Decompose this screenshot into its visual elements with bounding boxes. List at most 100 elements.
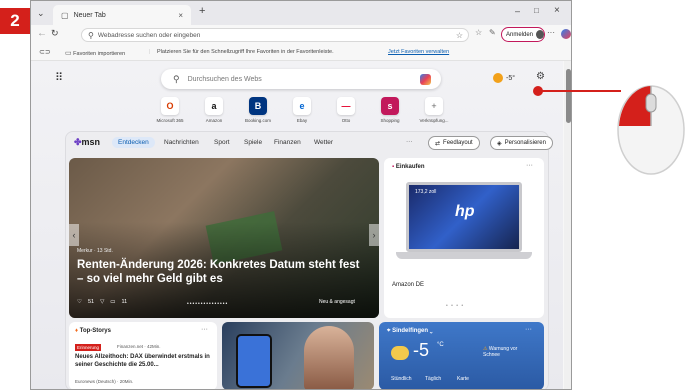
personalize-icon: ◈: [497, 140, 502, 147]
quicklink-booking[interactable]: B Booking.com: [238, 97, 278, 123]
quicklink-microsoft365[interactable]: O Microsoft 365: [150, 97, 190, 123]
feed-tab-finance[interactable]: Finanzen: [274, 139, 301, 146]
msn-logo[interactable]: ✤msn: [74, 137, 100, 148]
shopping-carousel-dots[interactable]: • • • •: [446, 303, 464, 309]
comment-icon[interactable]: ▭: [110, 299, 115, 305]
close-window-icon[interactable]: ×: [554, 5, 560, 16]
more-menu-icon[interactable]: ···: [547, 28, 555, 37]
new-tab-page: ⠿ ⚲ Durchsuchen des Webs -5° ⚙ O Microso…: [31, 61, 563, 389]
weather-tab-daily[interactable]: Täglich: [425, 376, 441, 382]
tab-actions-icon[interactable]: ⌄: [37, 8, 45, 19]
weather-location-label: Sindelfingen: [392, 328, 429, 334]
hero-prev-arrow[interactable]: ‹: [69, 224, 79, 246]
weather-tab-hourly[interactable]: Stündlich: [391, 376, 412, 382]
quicklink-add-shortcut[interactable]: + Verknüpfung...: [414, 97, 454, 123]
otto-icon: —: [337, 97, 355, 115]
feed-header: ✤msn Entdecken Nachrichten Sport Spiele …: [66, 132, 553, 156]
ebay-icon: e: [293, 97, 311, 115]
scrollbar-thumb[interactable]: [566, 69, 571, 123]
msn-butterfly-icon: ✤: [74, 137, 82, 147]
weather-card[interactable]: ⌖ Sindelfingen ⌄ ··· -5 °C ⚠ Warnung vor…: [379, 322, 544, 389]
favorites-hint: Platzieren Sie für den Schnellzugriff Ih…: [157, 49, 334, 55]
shopping-title-label: Einkaufen: [395, 164, 425, 170]
card-more-icon[interactable]: ···: [525, 326, 532, 333]
favorite-star-icon[interactable]: ☆: [456, 31, 463, 40]
tab-close-icon[interactable]: ×: [178, 11, 183, 20]
hp-logo: hp: [455, 203, 475, 220]
avatar: [536, 30, 544, 39]
weather-warning[interactable]: ⚠ Warnung vor Schnee: [483, 346, 533, 358]
hero-overlay: [69, 158, 379, 318]
quicklink-label: Amazon: [205, 118, 223, 123]
like-icon[interactable]: ♡: [77, 299, 82, 305]
quicklink-shopping[interactable]: s Shopping: [370, 97, 410, 123]
personalize-button[interactable]: ◈ Personalisieren: [490, 136, 553, 150]
shopping-card[interactable]: ▪ Einkaufen ··· 173,2 zoll hp Amazon DE …: [384, 158, 544, 318]
smartphone-image: [236, 334, 272, 388]
dislike-icon[interactable]: ▽: [100, 299, 104, 305]
hero-next-arrow[interactable]: ›: [369, 224, 379, 246]
weather-mini-widget[interactable]: -5°: [493, 73, 515, 83]
weather-location[interactable]: ⌖ Sindelfingen ⌄: [387, 328, 433, 335]
quicklink-amazon[interactable]: a Amazon: [194, 97, 234, 123]
search-input[interactable]: Durchsuchen des Webs: [188, 76, 262, 83]
import-favorites-link[interactable]: ▭ Favoriten importieren: [65, 49, 125, 57]
top-stories-card: ♦ Top-Storys ··· Erinnerung Finanzen.net…: [69, 322, 217, 389]
tab-bar: ⌄ ▢ Neuer Tab × + – □ ×: [31, 1, 571, 25]
hero-title[interactable]: Renten-Änderung 2026: Konkretes Datum st…: [77, 258, 367, 286]
feed-tab-games[interactable]: Spiele: [244, 139, 262, 146]
collections-icon[interactable]: ⊂⊃: [39, 48, 51, 56]
feed-tab-weather[interactable]: Wetter: [314, 139, 333, 146]
quicklink-label: Shopping: [380, 118, 400, 123]
divider: |: [149, 49, 151, 55]
story-headline[interactable]: Neues Allzeithoch: DAX überwindet erstma…: [75, 353, 213, 369]
booking-icon: B: [249, 97, 267, 115]
web-search-box[interactable]: ⚲ Durchsuchen des Webs: [161, 69, 441, 89]
story-footer: Euronews (Deutsch) · 20Min.: [75, 379, 134, 384]
quicklink-otto[interactable]: — Otto: [326, 97, 366, 123]
weather-tab-map[interactable]: Karte: [457, 376, 469, 382]
person-image: [304, 326, 354, 389]
location-pin-icon: ⌖: [387, 328, 391, 334]
maximize-icon[interactable]: □: [534, 6, 539, 15]
signin-button[interactable]: Anmelden: [501, 27, 545, 42]
feed-tab-news[interactable]: Nachrichten: [164, 139, 199, 146]
quicklink-label: Microsoft 365: [156, 118, 184, 123]
address-bar[interactable]: ⚲ Webadresse suchen oder eingeben ☆: [81, 28, 469, 42]
extensions-icon[interactable]: ✎: [489, 28, 496, 37]
minimize-icon[interactable]: –: [515, 6, 520, 16]
feed-more-icon[interactable]: ···: [406, 138, 413, 145]
copilot-icon[interactable]: [561, 29, 571, 39]
hero-carousel-dots[interactable]: •••••••••••••••: [187, 301, 228, 307]
back-icon[interactable]: ←: [37, 28, 47, 39]
copilot-search-icon[interactable]: [420, 73, 431, 85]
plus-icon: +: [425, 97, 443, 115]
story-source: Finanzen.net · 42Min.: [117, 344, 161, 349]
news-image-card[interactable]: [222, 322, 374, 389]
quicklink-ebay[interactable]: e Ebay: [282, 97, 322, 123]
tab-title: Neuer Tab: [73, 11, 106, 19]
sun-icon: [493, 73, 503, 83]
tab-new-tab[interactable]: ▢ Neuer Tab ×: [53, 5, 191, 25]
hero-story-card[interactable]: ‹ › Merkur · 13 Std. Renten-Änderung 202…: [69, 158, 379, 318]
page-settings-icon[interactable]: ⚙: [536, 71, 545, 82]
shopping-store[interactable]: Amazon DE: [392, 282, 424, 288]
refresh-icon[interactable]: ↻: [51, 28, 59, 39]
feedlayout-button[interactable]: ⇄ Feedlayout: [428, 136, 480, 150]
favorites-icon[interactable]: ☆: [475, 28, 482, 37]
app-launcher-icon[interactable]: ⠿: [55, 71, 63, 84]
callout-line: [541, 90, 621, 92]
new-tab-icon[interactable]: +: [199, 5, 205, 17]
weather-temperature: -5: [413, 340, 430, 360]
address-input[interactable]: Webadresse suchen oder eingeben: [98, 32, 201, 39]
feed-tab-sport[interactable]: Sport: [214, 139, 230, 146]
card-more-icon[interactable]: ···: [526, 162, 533, 169]
feedlayout-label: Feedlayout: [443, 140, 473, 146]
shopping-bag-icon: s: [381, 97, 399, 115]
feed-tab-discover[interactable]: Entdecken: [112, 137, 155, 148]
card-more-icon[interactable]: ···: [201, 326, 208, 333]
manage-favorites-link[interactable]: Jetzt Favoriten verwalten: [388, 49, 449, 55]
page-scrollbar[interactable]: [564, 61, 571, 389]
hero-source: Merkur · 13 Std.: [77, 248, 113, 254]
layout-icon: ⇄: [435, 140, 441, 147]
